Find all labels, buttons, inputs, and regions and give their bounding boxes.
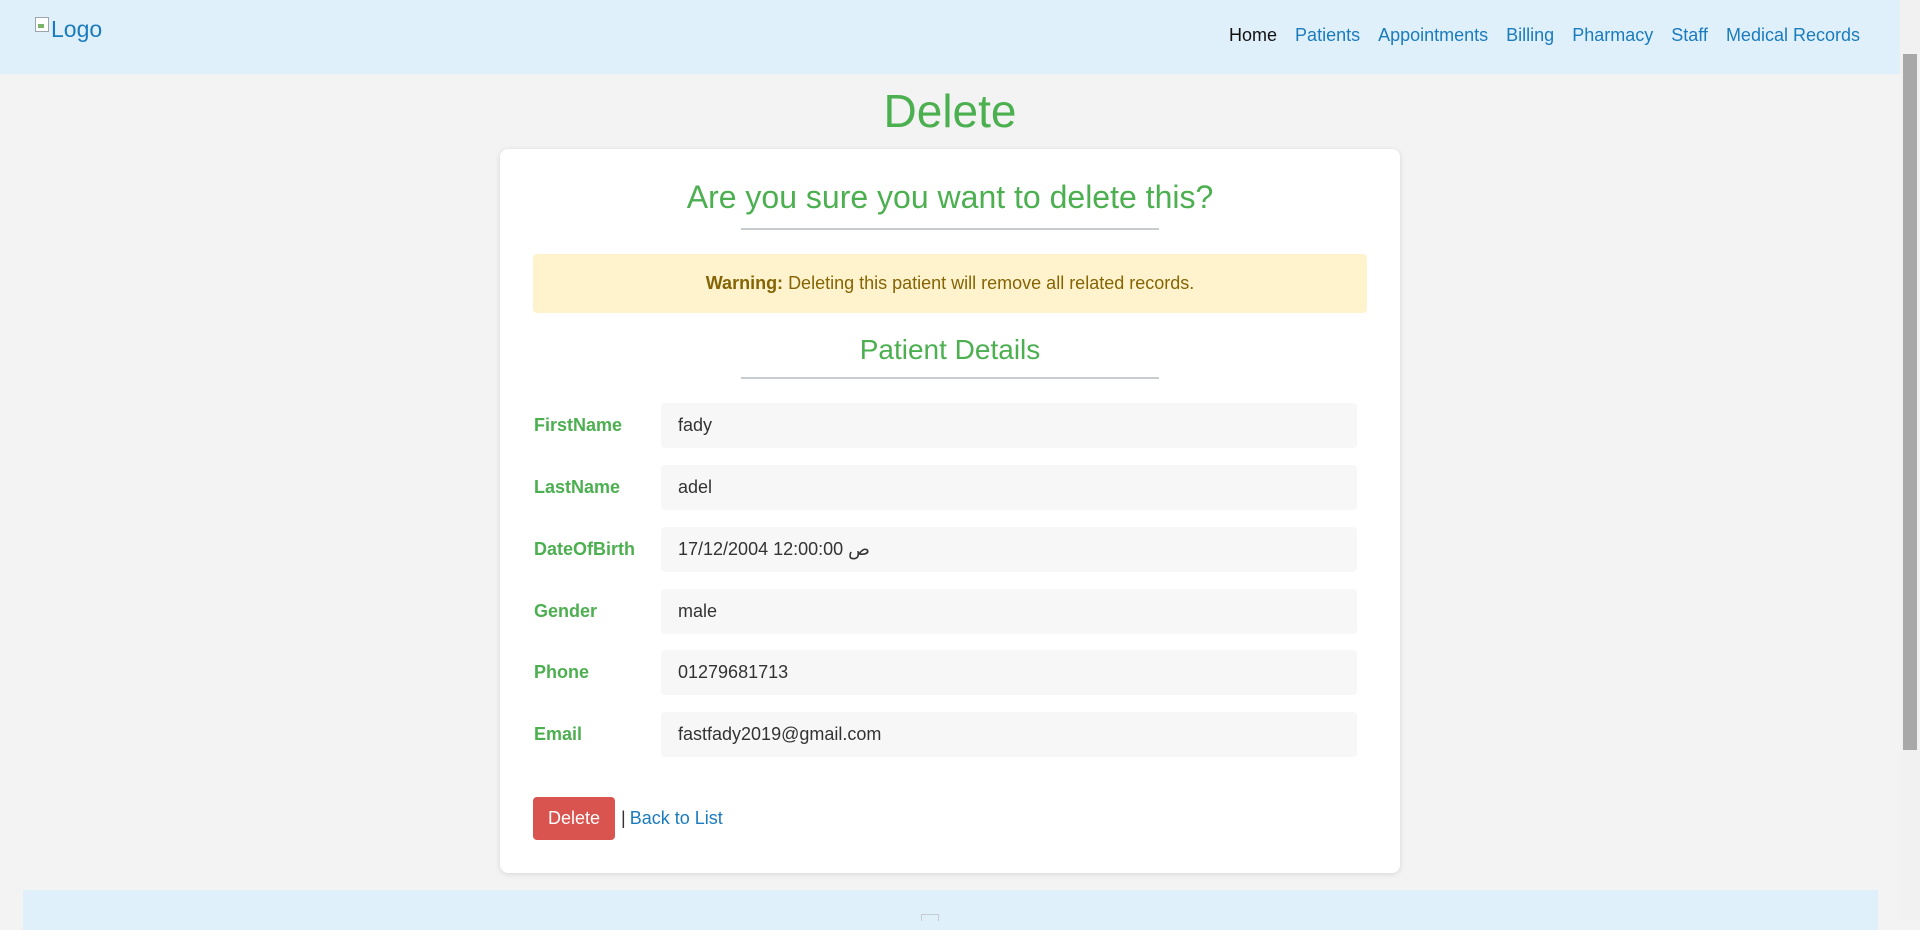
broken-image-icon	[34, 16, 50, 32]
nav-staff[interactable]: Staff	[1671, 25, 1708, 46]
detail-label: LastName	[534, 477, 621, 497]
vertical-scrollbar[interactable]	[1900, 0, 1920, 920]
back-to-list-link[interactable]: Back to List	[630, 808, 723, 829]
detail-label: FirstName	[534, 415, 623, 435]
detail-row-lastname: LastName adel	[533, 465, 1383, 510]
detail-row-gender: Gender male	[533, 589, 1383, 634]
detail-value: fady	[661, 403, 1357, 448]
action-separator: |	[621, 808, 626, 828]
warning-alert: Warning: Deleting this patient will remo…	[533, 254, 1367, 313]
question-divider	[741, 228, 1159, 230]
warning-text: Deleting this patient will remove all re…	[788, 273, 1195, 293]
detail-row-phone: Phone 01279681713	[533, 650, 1383, 695]
detail-value: 17/12/2004 12:00:00 ص	[661, 527, 1357, 572]
detail-row-dateofbirth: DateOfBirth 17/12/2004 12:00:00 ص	[533, 527, 1383, 572]
delete-confirmation-card: Are you sure you want to delete this? Wa…	[500, 149, 1400, 873]
section-divider	[741, 377, 1159, 379]
nav-billing[interactable]: Billing	[1506, 25, 1554, 46]
detail-value: fastfady2019@gmail.com	[661, 712, 1357, 757]
page-title: Delete	[883, 85, 1017, 137]
detail-label: Email	[534, 724, 583, 744]
detail-row-firstname: FirstName fady	[533, 403, 1383, 448]
main-nav: Home Patients Appointments Billing Pharm…	[1229, 25, 1860, 46]
nav-appointments[interactable]: Appointments	[1378, 25, 1488, 46]
detail-value: adel	[661, 465, 1357, 510]
nav-home[interactable]: Home	[1229, 25, 1277, 46]
delete-button[interactable]: Delete	[533, 797, 615, 840]
nav-pharmacy[interactable]: Pharmacy	[1572, 25, 1653, 46]
detail-value: 01279681713	[661, 650, 1357, 695]
confirmation-question: Are you sure you want to delete this?	[686, 179, 1214, 215]
logo-link[interactable]: Logo	[34, 16, 102, 43]
navbar: Logo Home Patients Appointments Billing …	[0, 0, 1900, 74]
section-title: Patient Details	[859, 334, 1041, 365]
detail-label: Gender	[534, 601, 598, 621]
nav-patients[interactable]: Patients	[1295, 25, 1360, 46]
detail-label: Phone	[534, 662, 590, 682]
detail-value: male	[661, 589, 1357, 634]
footer	[23, 890, 1878, 930]
scrollbar-thumb[interactable]	[1903, 54, 1917, 750]
warning-label: Warning:	[705, 273, 784, 293]
detail-label: DateOfBirth	[534, 539, 636, 559]
logo-alt-text: Logo	[51, 16, 103, 42]
detail-row-email: Email fastfady2019@gmail.com	[533, 712, 1383, 757]
nav-medical-records[interactable]: Medical Records	[1726, 25, 1860, 46]
form-actions: Delete | Back to List	[533, 797, 723, 840]
